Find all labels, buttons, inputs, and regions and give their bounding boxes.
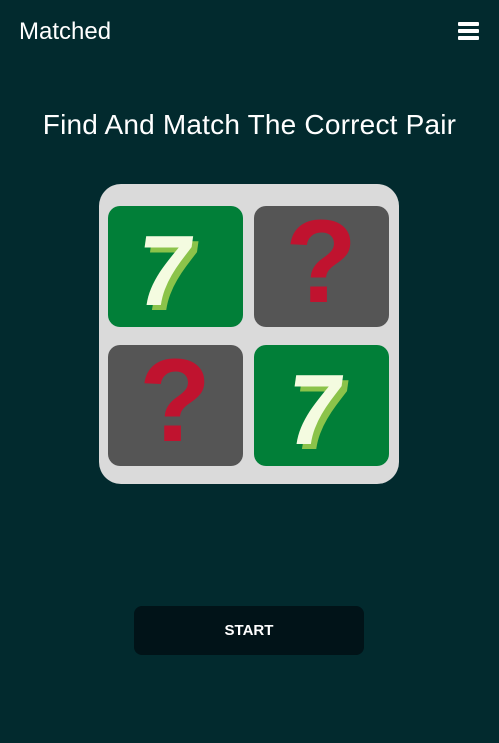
page-title: Find And Match The Correct Pair xyxy=(42,109,457,140)
question-mark-icon: ? xyxy=(139,345,211,466)
question-mark-icon: ? xyxy=(285,206,357,327)
card-3[interactable]: ? xyxy=(108,345,243,466)
app-title: Matched xyxy=(19,18,112,45)
svg-text:?: ? xyxy=(285,206,357,327)
start-button[interactable]: START xyxy=(134,606,364,655)
seven-icon: 7 7 xyxy=(129,215,206,327)
card-4[interactable]: 7 7 xyxy=(254,345,389,466)
card-1[interactable]: 7 7 xyxy=(108,206,243,327)
seven-icon: 7 7 xyxy=(279,354,356,466)
card-2[interactable]: ? xyxy=(254,206,389,327)
game-board: 7 7 ? ? 7 7 xyxy=(99,184,399,484)
hamburger-menu-icon[interactable] xyxy=(458,22,479,41)
svg-text:?: ? xyxy=(139,345,211,466)
